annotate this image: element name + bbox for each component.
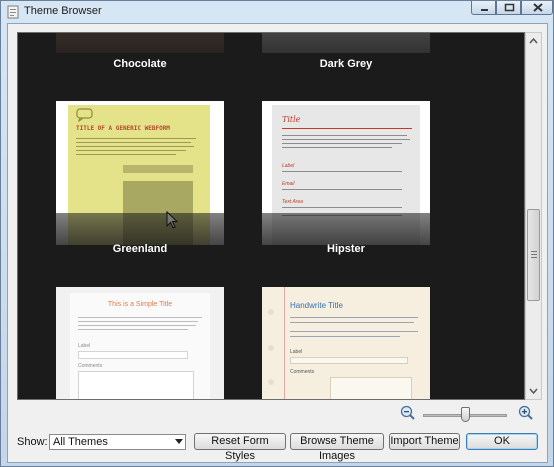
theme-card-simple[interactable]: This is a Simple Title Label Comments	[56, 287, 224, 399]
dropdown-arrow-icon	[175, 439, 183, 444]
import-theme-button[interactable]: Import Theme	[389, 433, 460, 450]
show-label: Show:	[17, 436, 48, 448]
preview-title: TITLE OF A GENERIC WEBFORM	[76, 125, 170, 132]
preview-title: Title	[282, 115, 301, 124]
maximize-button[interactable]	[496, 1, 521, 15]
grip-icon	[531, 251, 537, 258]
preview-label: Label	[78, 343, 91, 349]
theme-name: Chocolate	[113, 58, 167, 70]
theme-browser-window: Theme Browser Chocolate Dark Grey TITLE …	[0, 0, 554, 467]
theme-gallery[interactable]: Chocolate Dark Grey TITLE OF A GENERIC W…	[17, 32, 525, 400]
scroll-up-button[interactable]	[526, 33, 541, 49]
preview-label: Label	[282, 163, 295, 169]
chevron-down-icon	[529, 388, 538, 395]
app-icon	[6, 5, 20, 19]
theme-card-hipster[interactable]: Title Label Email Text Area Hipster	[262, 101, 430, 261]
title-bar[interactable]: Theme Browser	[1, 1, 553, 23]
maximize-icon	[504, 3, 515, 12]
zoom-slider-thumb[interactable]	[460, 407, 470, 422]
preview-title: Handwrite Title	[290, 301, 343, 310]
theme-name: Dark Grey	[319, 58, 373, 70]
preview-label: Comments	[290, 369, 315, 375]
preview-title: This is a Simple Title	[107, 301, 173, 308]
theme-name: Hipster	[327, 243, 365, 255]
chat-bubble-icon	[76, 108, 93, 122]
reset-form-styles-button[interactable]: Reset Form Styles	[194, 433, 286, 462]
theme-card-handwrite[interactable]: Handwrite Title Label Comments	[262, 287, 430, 399]
close-button[interactable]	[521, 1, 553, 15]
show-filter-dropdown[interactable]: All Themes	[49, 434, 186, 450]
close-icon	[533, 3, 543, 12]
scroll-down-button[interactable]	[526, 383, 541, 399]
window-title: Theme Browser	[24, 5, 102, 17]
preview-field	[123, 165, 193, 173]
ok-button[interactable]: OK	[466, 433, 538, 450]
theme-card-chocolate[interactable]: Chocolate	[56, 33, 224, 81]
vertical-scrollbar[interactable]	[525, 32, 542, 400]
minimize-button[interactable]	[471, 1, 496, 15]
chevron-up-icon	[529, 37, 538, 44]
preview-label: Email	[282, 181, 295, 187]
client-area: Chocolate Dark Grey TITLE OF A GENERIC W…	[7, 23, 548, 463]
preview-label: Label	[290, 349, 303, 355]
zoom-out-icon[interactable]	[400, 405, 416, 426]
theme-preview: Handwrite Title Label Comments	[262, 287, 430, 399]
minimize-icon	[481, 9, 488, 11]
theme-name: Greenland	[112, 243, 168, 255]
zoom-in-icon[interactable]	[518, 405, 534, 426]
theme-preview: This is a Simple Title Label Comments	[70, 293, 210, 399]
theme-card-greenland[interactable]: TITLE OF A GENERIC WEBFORM Greenland	[56, 101, 224, 261]
preview-label: Text Area	[282, 199, 304, 205]
browse-theme-images-button[interactable]: Browse Theme Images	[290, 433, 384, 462]
theme-card-dark-grey[interactable]: Dark Grey	[262, 33, 430, 81]
scroll-thumb[interactable]	[527, 209, 540, 301]
preview-label: Comments	[78, 363, 103, 369]
show-filter-value: All Themes	[53, 436, 108, 448]
